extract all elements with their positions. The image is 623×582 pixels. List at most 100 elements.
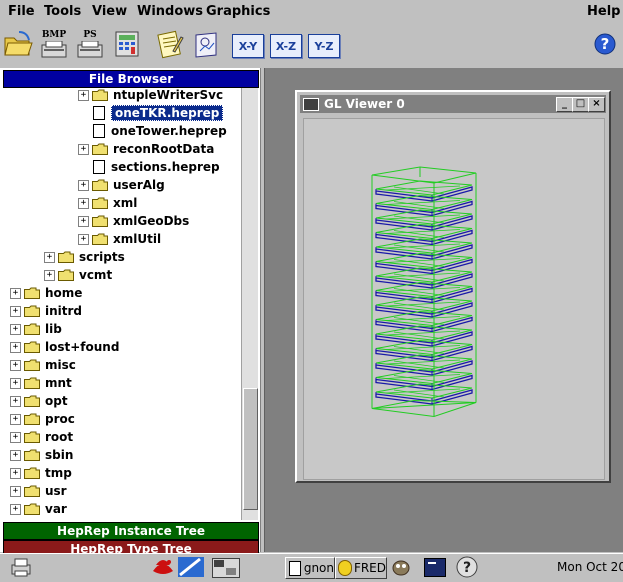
expand-toggle-icon[interactable]: + — [78, 143, 89, 155]
expand-toggle-icon[interactable]: + — [10, 341, 21, 353]
menu-file[interactable]: File — [8, 4, 35, 19]
tree-folder-item[interactable]: + misc — [10, 356, 76, 374]
document-icon — [93, 124, 105, 138]
menu-graphics[interactable]: Graphics — [206, 4, 270, 19]
expand-toggle-icon[interactable]: + — [10, 449, 21, 461]
expand-toggle-icon[interactable]: + — [10, 467, 21, 479]
file-browser-header[interactable]: File Browser — [3, 70, 259, 88]
gl-viewer-titlebar[interactable]: GL Viewer 0 _ □ × — [300, 95, 606, 113]
terminal-icon[interactable] — [424, 558, 446, 577]
bmp-export-icon[interactable]: BMP — [38, 28, 70, 60]
tree-folder-item[interactable]: + userAlg — [78, 176, 165, 194]
tree-item-label: lost+found — [45, 340, 120, 354]
tree-folder-item[interactable]: + sbin — [10, 446, 73, 464]
menu-view[interactable]: View — [92, 4, 127, 19]
tree-folder-item[interactable]: + lib — [10, 320, 62, 338]
expand-toggle-icon[interactable]: + — [78, 179, 89, 191]
tree-folder-item[interactable]: + xmlUtil — [78, 230, 161, 248]
tree-folder-item[interactable]: + reconRootData — [78, 140, 214, 158]
instance-tree-header[interactable]: HepRep Instance Tree — [3, 522, 259, 540]
expand-toggle-icon[interactable]: + — [10, 305, 21, 317]
tree-folder-item[interactable]: + opt — [10, 392, 68, 410]
yz-view-button[interactable]: Y-Z — [308, 34, 340, 58]
gl-viewer-window[interactable]: GL Viewer 0 _ □ × — [295, 90, 611, 483]
tree-folder-item[interactable]: + root — [10, 428, 73, 446]
expand-toggle-icon[interactable]: + — [10, 323, 21, 335]
expand-toggle-icon[interactable]: + — [78, 215, 89, 227]
svg-text:?: ? — [463, 560, 471, 576]
tree-folder-item[interactable]: + proc — [10, 410, 75, 428]
tree-folder-item[interactable]: + xml — [78, 194, 137, 212]
help-icon[interactable]: ? — [589, 28, 621, 60]
tree-folder-item[interactable]: + var — [10, 500, 67, 518]
tree-item-label: root — [45, 430, 74, 444]
menu-windows[interactable]: Windows — [137, 4, 203, 19]
tree-file-item[interactable]: oneTKR.heprep — [93, 104, 224, 122]
expand-toggle-icon[interactable]: + — [10, 503, 21, 515]
tree-item-label: scripts — [79, 250, 125, 264]
scrollbar-thumb[interactable] — [243, 388, 258, 510]
tree-folder-item[interactable]: + initrd — [10, 302, 82, 320]
tree-item-label: opt — [45, 394, 68, 408]
workspace-pager[interactable] — [212, 558, 240, 578]
taskbar-task-fred[interactable]: FRED — [335, 557, 387, 579]
tree-scrollbar[interactable] — [241, 88, 258, 520]
tree-folder-item[interactable]: + ntupleWriterSvc — [78, 88, 223, 104]
printer-icon[interactable] — [10, 557, 32, 581]
tree-folder-item[interactable]: + home — [10, 284, 82, 302]
menu-tools[interactable]: Tools — [44, 4, 81, 19]
tracker-tower-wireframe — [371, 166, 477, 418]
window-menu-icon[interactable] — [303, 98, 319, 111]
expand-toggle-icon[interactable]: + — [78, 233, 89, 245]
expand-toggle-icon[interactable]: + — [10, 485, 21, 497]
expand-toggle-icon[interactable]: + — [44, 251, 55, 263]
scene-icon[interactable] — [192, 28, 224, 60]
gl-viewer-title: GL Viewer 0 — [324, 97, 405, 111]
folder-icon — [24, 485, 40, 497]
expand-toggle-icon[interactable]: + — [10, 395, 21, 407]
taskbar-task-gnome[interactable]: gnon — [285, 557, 335, 579]
tree-folder-item[interactable]: + scripts — [44, 248, 125, 266]
tree-file-item[interactable]: oneTower.heprep — [93, 122, 227, 140]
expand-toggle-icon[interactable]: + — [10, 287, 21, 299]
desktop-icon[interactable] — [178, 557, 204, 577]
taskbar-task-label: gnon — [303, 561, 334, 575]
gl-canvas[interactable] — [303, 118, 605, 480]
ps-export-icon[interactable]: PS — [74, 28, 106, 60]
file-tree[interactable]: + ntupleWriterSvc oneTKR.heprep oneTower.he… — [3, 88, 240, 520]
menu-help[interactable]: Help — [587, 4, 620, 19]
expand-toggle-icon[interactable]: + — [10, 431, 21, 443]
type-tree-header[interactable]: HepRep Type Tree — [3, 540, 259, 553]
tree-item-label: proc — [45, 412, 75, 426]
gimp-icon[interactable] — [390, 556, 412, 582]
minimize-button[interactable]: _ — [556, 97, 573, 112]
tree-item-label: usr — [45, 484, 67, 498]
expand-toggle-icon[interactable]: + — [44, 269, 55, 281]
tree-folder-item[interactable]: + tmp — [10, 464, 72, 482]
expand-toggle-icon[interactable]: + — [10, 377, 21, 389]
notepad-icon[interactable] — [154, 28, 186, 60]
tree-folder-item[interactable]: + usr — [10, 482, 67, 500]
close-button[interactable]: × — [588, 97, 605, 112]
expand-toggle-icon[interactable]: + — [78, 89, 89, 101]
tree-folder-item[interactable]: + mnt — [10, 374, 72, 392]
tree-folder-item[interactable]: + vcmt — [44, 266, 112, 284]
xy-view-button[interactable]: X-Y — [232, 34, 264, 58]
tree-item-label: home — [45, 286, 83, 300]
folder-icon — [24, 413, 40, 425]
help-taskbar-icon[interactable]: ? — [456, 556, 478, 582]
expand-toggle-icon[interactable]: + — [10, 359, 21, 371]
maximize-button[interactable]: □ — [572, 97, 589, 112]
xz-view-button[interactable]: X-Z — [270, 34, 302, 58]
expand-toggle-icon[interactable]: + — [78, 197, 89, 209]
tree-folder-item[interactable]: + lost+found — [10, 338, 119, 356]
tree-item-label: userAlg — [113, 178, 165, 192]
tree-file-item[interactable]: sections.heprep — [93, 158, 220, 176]
tree-item-label: xml — [113, 196, 138, 210]
folder-icon — [24, 449, 40, 461]
calculator-icon[interactable] — [112, 28, 144, 60]
expand-toggle-icon[interactable]: + — [10, 413, 21, 425]
red-hat-icon[interactable] — [150, 556, 176, 582]
tree-folder-item[interactable]: + xmlGeoDbs — [78, 212, 189, 230]
open-folder-icon[interactable] — [2, 28, 34, 60]
